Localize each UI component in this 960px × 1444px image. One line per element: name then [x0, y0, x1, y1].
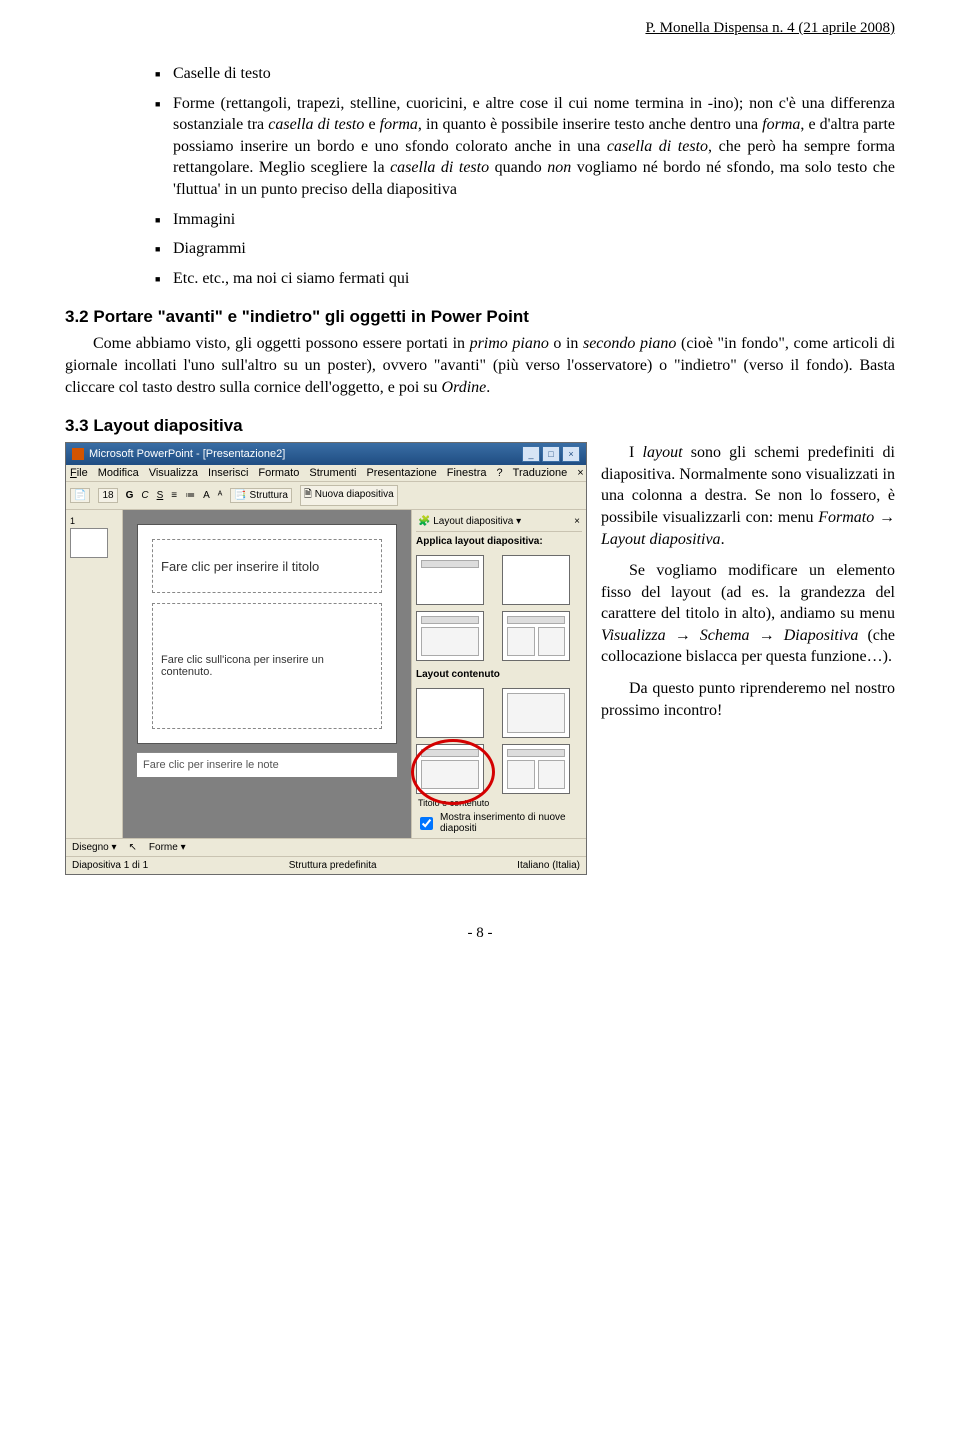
layout-section-contenuto: Layout contenuto: [416, 665, 582, 684]
thumb-number: 1: [70, 516, 118, 526]
powerpoint-icon: [72, 448, 84, 460]
apply-layout-label: Applica layout diapositiva:: [416, 532, 582, 551]
italic-button[interactable]: C: [141, 490, 148, 501]
section-3-3-title: 3.3 Layout diapositiva: [65, 416, 895, 436]
new-doc-icon[interactable]: 📄: [70, 488, 90, 503]
p3: Da questo punto riprenderemo nel nostro …: [601, 678, 895, 721]
menu-visualizza[interactable]: Visualizza: [149, 467, 198, 479]
menu-formato[interactable]: Formato: [258, 467, 299, 479]
bullet-text: Diagrammi: [173, 238, 895, 260]
bullet-text: Caselle di testo: [173, 63, 895, 85]
formatting-toolbar[interactable]: 📄 18 G C S ≡ ≔ A ᴬ 📑 Struttura 🗎 Nuova d…: [66, 482, 586, 510]
slide-editor[interactable]: Fare clic per inserire il titolo Fare cl…: [123, 510, 411, 838]
minimize-button[interactable]: _: [522, 446, 540, 462]
select-arrow-icon[interactable]: ↖: [129, 842, 137, 853]
task-pane-title: 🧩 Layout diapositiva ▾: [418, 516, 521, 527]
bullet-item: ■ Forme (rettangoli, trapezi, stelline, …: [155, 93, 895, 201]
bold-button[interactable]: G: [126, 490, 134, 501]
window-titlebar[interactable]: Microsoft PowerPoint - [Presentazione2] …: [66, 443, 586, 465]
layout-option[interactable]: [502, 611, 570, 661]
section-3-2-title: 3.2 Portare "avanti" e "indietro" gli og…: [65, 307, 895, 327]
slide-canvas[interactable]: Fare clic per inserire il titolo Fare cl…: [137, 524, 397, 744]
notes-pane[interactable]: Fare clic per inserire le note: [137, 752, 397, 777]
menu-modifica[interactable]: Modifica: [98, 467, 139, 479]
menu-traduzione[interactable]: Traduzione: [513, 467, 568, 479]
bullet-item: ■ Diagrammi: [155, 238, 895, 260]
p1: I layout sono gli schemi predefiniti di …: [601, 442, 895, 550]
menu-presentazione[interactable]: Presentazione: [366, 467, 436, 479]
layout-option[interactable]: [416, 611, 484, 661]
title-placeholder[interactable]: Fare clic per inserire il titolo: [152, 539, 382, 593]
bullet-text: Etc. etc., ma noi ci siamo fermati qui: [173, 268, 895, 290]
layout-option-titolo-contenuto[interactable]: [416, 744, 484, 794]
status-bar: Diapositiva 1 di 1 Struttura predefinita…: [66, 856, 586, 874]
menu-strumenti[interactable]: Strumenti: [309, 467, 356, 479]
bullets-icon[interactable]: ≔: [185, 490, 195, 501]
menu-bar[interactable]: File Modifica Visualizza Inserisci Forma…: [66, 465, 586, 482]
bullet-item: ■ Etc. etc., ma noi ci siamo fermati qui: [155, 268, 895, 290]
layout-option[interactable]: [502, 744, 570, 794]
nuova-diapositiva-button[interactable]: 🗎 Nuova diapositiva: [300, 485, 398, 506]
fontsize-combo[interactable]: 18: [98, 488, 117, 503]
close-button[interactable]: ×: [562, 446, 580, 462]
doc-close-icon[interactable]: ×: [577, 467, 583, 479]
maximize-button[interactable]: □: [542, 446, 560, 462]
underline-button[interactable]: S: [157, 490, 164, 501]
powerpoint-window: Microsoft PowerPoint - [Presentazione2] …: [65, 442, 587, 875]
task-pane-layout[interactable]: 🧩 Layout diapositiva ▾ × Applica layout …: [411, 510, 586, 838]
bullet-text: Forme (rettangoli, trapezi, stelline, cu…: [173, 93, 895, 201]
menu-inserisci[interactable]: Inserisci: [208, 467, 248, 479]
page-header: P. Monella Dispensa n. 4 (21 aprile 2008…: [65, 20, 895, 37]
menu-help[interactable]: ?: [497, 467, 503, 479]
font-increase-icon[interactable]: A: [203, 490, 210, 501]
bullet-marker: ■: [155, 268, 173, 290]
forme-menu[interactable]: Forme ▾: [149, 842, 186, 853]
disegno-menu[interactable]: Disegno ▾: [72, 842, 117, 853]
slide-thumbnail[interactable]: [70, 528, 108, 558]
menu-file[interactable]: File: [70, 467, 88, 479]
bullet-marker: ■: [155, 93, 173, 201]
show-on-insert-checkbox[interactable]: [420, 817, 433, 830]
bullet-item: ■ Immagini: [155, 209, 895, 231]
struttura-button[interactable]: 📑 Struttura: [230, 488, 292, 503]
layout-option[interactable]: [502, 688, 570, 738]
slide-thumbnail-pane[interactable]: 1: [66, 510, 123, 838]
window-title: Microsoft PowerPoint - [Presentazione2]: [89, 448, 285, 460]
p2: Se vogliamo modificare un elemento fisso…: [601, 560, 895, 668]
bullet-text: Immagini: [173, 209, 895, 231]
task-pane-close-icon[interactable]: ×: [574, 516, 580, 527]
align-left-icon[interactable]: ≡: [171, 490, 177, 501]
layout-option[interactable]: [502, 555, 570, 605]
layout-option[interactable]: [416, 555, 484, 605]
font-decrease-icon[interactable]: ᴬ: [218, 490, 223, 501]
section-3-3-text: I layout sono gli schemi predefiniti di …: [601, 442, 895, 875]
bullet-item: ■ Caselle di testo: [155, 63, 895, 85]
bullet-marker: ■: [155, 209, 173, 231]
content-placeholder[interactable]: Fare clic sull'icona per inserire un con…: [152, 603, 382, 729]
drawing-toolbar[interactable]: Disegno ▾ ↖ Forme ▾: [66, 838, 586, 856]
menu-finestra[interactable]: Finestra: [447, 467, 487, 479]
page-number: - 8 -: [65, 925, 895, 942]
section-3-2-body: Come abbiamo visto, gli oggetti possono …: [65, 333, 895, 398]
bullet-marker: ■: [155, 238, 173, 260]
layout-option[interactable]: [416, 688, 484, 738]
show-on-insert-label: Mostra inserimento di nuove diapositi: [440, 812, 582, 834]
status-scheme: Struttura predefinita: [289, 860, 377, 871]
status-language: Italiano (Italia): [517, 860, 580, 871]
status-slide: Diapositiva 1 di 1: [72, 860, 148, 871]
bullet-marker: ■: [155, 63, 173, 85]
